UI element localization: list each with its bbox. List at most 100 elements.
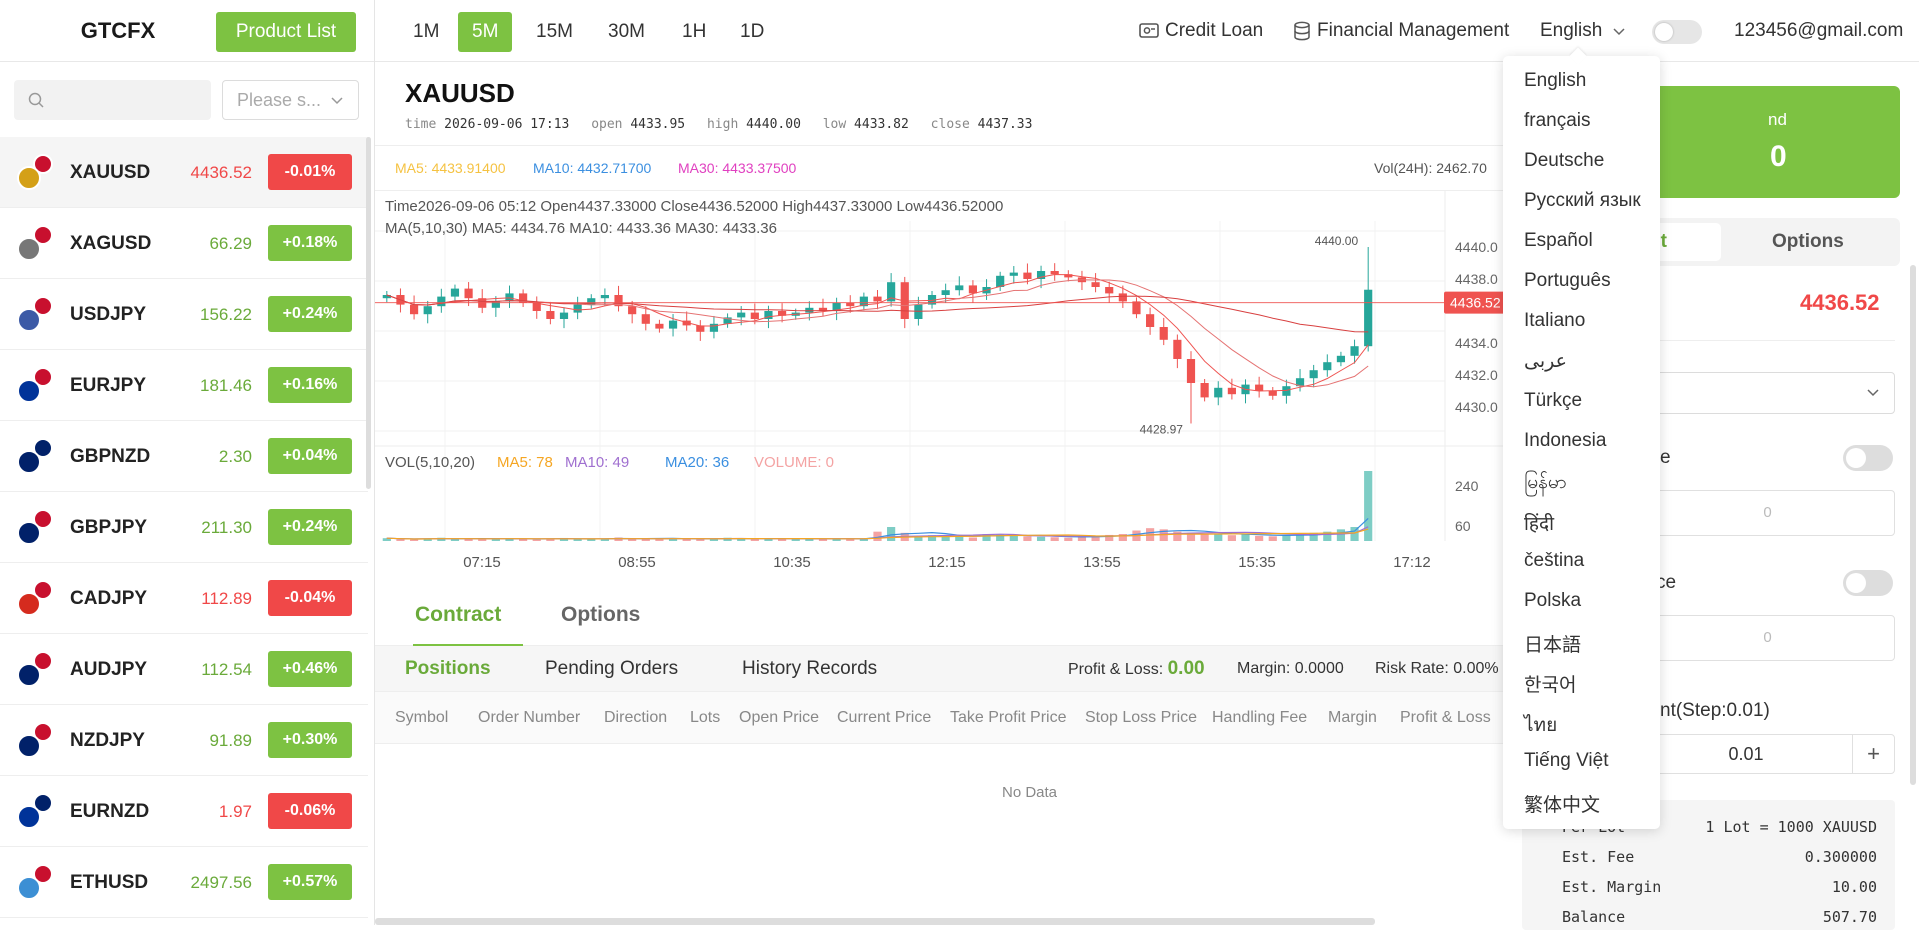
horizontal-scrollbar[interactable] bbox=[375, 918, 1375, 925]
volume-bar bbox=[1227, 535, 1236, 541]
user-email[interactable]: 123456@gmail.com bbox=[1734, 0, 1903, 62]
candle bbox=[1050, 271, 1059, 275]
info-key: Est. Fee bbox=[1562, 848, 1635, 866]
low-label: low bbox=[822, 117, 847, 132]
product-list-button[interactable]: Product List bbox=[216, 12, 356, 52]
language-option[interactable]: हिंदी bbox=[1524, 510, 1554, 536]
tab-positions[interactable]: Positions bbox=[405, 646, 491, 692]
symbol-row-cadjpy[interactable]: CADJPY 112.89 -0.04% bbox=[0, 563, 368, 634]
vol-tick-label: 60 bbox=[1455, 518, 1471, 534]
info-value: 1 Lot = 1000 XAUUSD bbox=[1705, 818, 1877, 836]
profit-loss-value: 0.00 bbox=[1167, 658, 1205, 679]
language-selector[interactable]: English bbox=[1540, 0, 1632, 62]
stop-loss-toggle[interactable] bbox=[1843, 570, 1893, 596]
column-header: Handling Fee bbox=[1212, 709, 1308, 726]
language-option[interactable]: 한국어 bbox=[1524, 670, 1576, 697]
symbol-row-xagusd[interactable]: XAGUSD 66.29 +0.18% bbox=[0, 208, 368, 279]
column-header: Open Price bbox=[739, 709, 820, 726]
sidebar-scrollbar[interactable] bbox=[366, 137, 371, 489]
symbol-row-usdjpy[interactable]: USDJPY 156.22 +0.24% bbox=[0, 279, 368, 350]
language-option[interactable]: Tiếng Việt bbox=[1524, 750, 1609, 772]
kline-chart[interactable]: Time2026-09-06 05:12 Open4437.33000 Clos… bbox=[375, 191, 1515, 581]
candle bbox=[873, 296, 882, 302]
language-option[interactable]: ไทย bbox=[1524, 710, 1557, 740]
language-option[interactable]: 繁体中文 bbox=[1524, 790, 1600, 817]
language-option[interactable]: English bbox=[1524, 70, 1586, 92]
language-option[interactable]: Español bbox=[1524, 230, 1593, 252]
take-profit-label: e bbox=[1660, 447, 1671, 468]
timeframe-1h[interactable]: 1H bbox=[668, 12, 720, 52]
language-option[interactable]: čeština bbox=[1524, 550, 1584, 572]
tab-history-records[interactable]: History Records bbox=[742, 646, 877, 692]
language-option[interactable]: Polska bbox=[1524, 590, 1581, 612]
order-type-select[interactable] bbox=[1640, 372, 1895, 414]
banner-value: 0 bbox=[1770, 140, 1787, 173]
candle bbox=[464, 288, 473, 299]
language-option[interactable]: français bbox=[1524, 110, 1591, 132]
language-option[interactable]: Português bbox=[1524, 270, 1611, 292]
symbol-row-xauusd[interactable]: XAUUSD 4436.52 -0.01% bbox=[0, 137, 368, 208]
tooltip-text: Time2026-09-06 05:12 Open4437.33000 Clos… bbox=[385, 198, 1003, 215]
currency-flag-icon bbox=[17, 651, 53, 687]
symbol-change-badge: -0.01% bbox=[268, 154, 352, 190]
language-option[interactable]: 日本語 bbox=[1524, 630, 1581, 657]
volume-bar bbox=[1255, 535, 1264, 541]
candle bbox=[1323, 362, 1332, 371]
language-option[interactable]: Indonesia bbox=[1524, 430, 1606, 452]
database-icon bbox=[1294, 21, 1310, 41]
symbol-row-eurjpy[interactable]: EURJPY 181.46 +0.16% bbox=[0, 350, 368, 421]
symbol-row-nzdjpy[interactable]: NZDJPY 91.89 +0.30% bbox=[0, 705, 368, 776]
language-option[interactable]: عربى bbox=[1524, 350, 1567, 373]
language-option[interactable]: မြန်မာ bbox=[1524, 470, 1567, 498]
lots-increment-button[interactable]: + bbox=[1852, 735, 1894, 773]
symbol-name: XAGUSD bbox=[70, 233, 152, 254]
symbol-name: USDJPY bbox=[70, 304, 147, 325]
search-input[interactable] bbox=[54, 86, 204, 114]
symbol-row-gbpjpy[interactable]: GBPJPY 211.30 +0.24% bbox=[0, 492, 368, 563]
language-option[interactable]: Türkçe bbox=[1524, 390, 1582, 412]
candle bbox=[423, 306, 432, 315]
timeframe-1m[interactable]: 1M bbox=[399, 12, 453, 52]
credit-loan-link[interactable]: Credit Loan bbox=[1139, 0, 1263, 62]
take-profit-input[interactable]: 0 bbox=[1640, 490, 1895, 536]
theme-toggle[interactable] bbox=[1652, 20, 1702, 44]
symbol-price: 156.22 bbox=[200, 305, 252, 324]
tab-options[interactable]: Options bbox=[561, 584, 640, 646]
symbol-price: 91.89 bbox=[209, 731, 252, 750]
symbol-row-gbpnzd[interactable]: GBPNZD 2.30 +0.04% bbox=[0, 421, 368, 492]
timeframe-5m[interactable]: 5M bbox=[458, 12, 513, 52]
top-bar: GTCFX Product List 1M 5M 15M 30M 1H 1D C… bbox=[0, 0, 1919, 62]
language-option[interactable]: Русский язык bbox=[1524, 190, 1641, 212]
y-tick-label: 4432.0 bbox=[1455, 367, 1498, 383]
category-select[interactable]: Please s... bbox=[222, 80, 359, 120]
symbol-row-audjpy[interactable]: AUDJPY 112.54 +0.46% bbox=[0, 634, 368, 705]
timeframe-30m[interactable]: 30M bbox=[594, 12, 659, 52]
candle bbox=[409, 304, 419, 315]
financial-management-link[interactable]: Financial Management bbox=[1293, 0, 1509, 62]
symbol-row-ethusd[interactable]: ETHUSD 2497.56 +0.57% bbox=[0, 847, 368, 918]
y-tick-label: 4440.0 bbox=[1455, 239, 1498, 255]
order-tabs: Contract Options bbox=[375, 584, 1515, 646]
timeframe-1d[interactable]: 1D bbox=[726, 12, 778, 52]
take-profit-toggle[interactable] bbox=[1843, 445, 1893, 471]
tab-contract[interactable]: Contract bbox=[415, 584, 501, 646]
candle bbox=[559, 312, 569, 319]
x-tick-label: 17:12 bbox=[1393, 554, 1431, 571]
lots-input[interactable]: 0.01 bbox=[1641, 735, 1851, 773]
volume-bar bbox=[478, 539, 487, 541]
language-option[interactable]: Italiano bbox=[1524, 310, 1585, 332]
risk-rate-stat: Risk Rate: 0.00% bbox=[1375, 660, 1499, 677]
stop-loss-input[interactable]: 0 bbox=[1640, 615, 1895, 661]
timeframe-15m[interactable]: 15M bbox=[522, 12, 587, 52]
symbol-price: 181.46 bbox=[200, 376, 252, 395]
x-tick-label: 13:55 bbox=[1083, 554, 1121, 571]
symbol-row-eurnzd[interactable]: EURNZD 1.97 -0.06% bbox=[0, 776, 368, 847]
right-panel-scrollbar[interactable] bbox=[1910, 265, 1916, 785]
language-option[interactable]: Deutsche bbox=[1524, 150, 1604, 172]
volume-bar bbox=[1009, 535, 1018, 541]
tab-pending-orders[interactable]: Pending Orders bbox=[545, 646, 678, 692]
tab-options-right[interactable]: Options bbox=[1772, 218, 1844, 266]
positions-table-header: Symbol Order Number Direction Lots Open Pric… bbox=[375, 692, 1515, 744]
volume-bar bbox=[818, 539, 828, 541]
ma10-value: MA10: 4432.71700 bbox=[533, 160, 652, 176]
